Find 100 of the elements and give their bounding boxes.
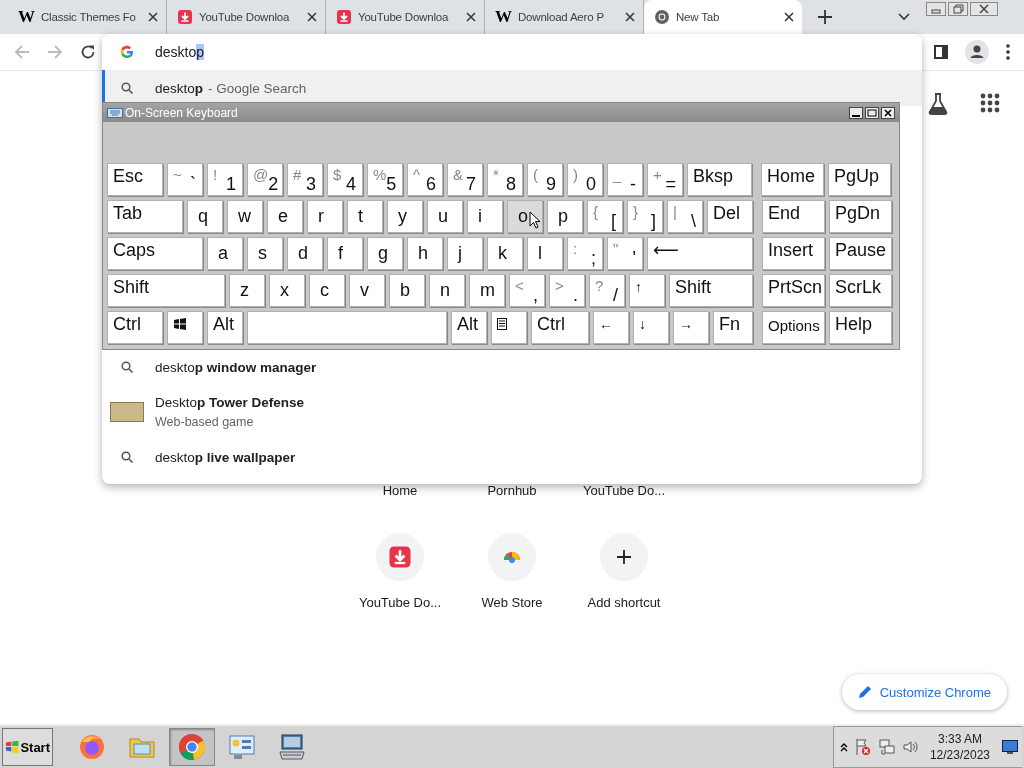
keyboard-key: > .	[549, 274, 585, 307]
keyboard-key: Shift	[669, 274, 753, 307]
favicon: W	[18, 7, 35, 27]
shortcut-label[interactable]: YouTube Do...	[358, 595, 442, 610]
pencil-icon	[857, 685, 872, 699]
taskbar-app-button[interactable]	[169, 728, 215, 766]
keyboard-key: Alt	[207, 311, 243, 344]
keyboard-key: Options	[762, 311, 825, 344]
keyboard-key: _ -	[607, 163, 643, 196]
show-desktop-icon[interactable]	[1002, 740, 1018, 754]
keyboard-key: End	[762, 200, 825, 233]
firefox-logo-icon	[78, 733, 106, 761]
keyboard-key: %5	[367, 163, 403, 196]
tab-title: New Tab	[676, 11, 721, 23]
maximize-icon[interactable]	[865, 106, 879, 119]
control-panel-icon	[228, 733, 256, 761]
shortcut-label[interactable]: Web Store	[481, 595, 543, 610]
close-icon[interactable]	[625, 12, 635, 22]
apps-grid-icon[interactable]	[980, 93, 1000, 113]
keyboard-key: k	[487, 237, 523, 270]
game-thumbnail-placeholder	[110, 402, 144, 422]
keyboard-key: + =	[647, 163, 683, 196]
keyboard-key: # 3	[287, 163, 323, 196]
close-icon[interactable]	[466, 12, 476, 22]
flask-icon[interactable]	[928, 93, 948, 115]
chrome-logo-icon	[654, 9, 670, 25]
keyboard-key: ? /	[589, 274, 625, 307]
keyboard-icon	[107, 107, 123, 118]
keyboard-key: a	[207, 237, 243, 270]
keyboard-key: & 7	[447, 163, 483, 196]
shortcut-label[interactable]: Home	[382, 483, 418, 498]
side-panel-icon[interactable]	[934, 45, 948, 59]
keyboard-key: q	[187, 200, 223, 233]
keyboard-key: Ctrl	[107, 311, 163, 344]
keyboard-key: c	[309, 274, 345, 307]
close-icon[interactable]	[970, 2, 998, 16]
keyboard-key: Caps	[107, 237, 203, 270]
suggestion-text: desktop live wallpaper	[155, 449, 296, 465]
keyboard-key: w	[227, 200, 263, 233]
keyboard-key: u	[427, 200, 463, 233]
mouse-cursor-icon	[529, 211, 541, 229]
google-logo-icon	[120, 45, 134, 59]
keyboard-key: | \	[667, 200, 703, 233]
download-favicon-icon	[177, 9, 193, 25]
close-icon[interactable]	[881, 106, 895, 119]
keyboard-key: Help	[829, 311, 892, 344]
close-icon[interactable]	[784, 12, 794, 22]
restore-icon[interactable]	[948, 2, 968, 16]
keyboard-key: PrtScn	[762, 274, 825, 307]
start-button[interactable]: Start	[2, 728, 53, 766]
keyboard-key: s	[247, 237, 283, 270]
close-icon[interactable]	[148, 12, 158, 22]
keyboard-key: l	[527, 237, 563, 270]
keyboard-key: " '	[607, 237, 643, 270]
keyboard-key: z	[229, 274, 265, 307]
keyboard-key: Del	[707, 200, 753, 233]
shortcut-icon-background[interactable]	[600, 533, 648, 581]
keyboard-key: : ;	[567, 237, 603, 270]
keyboard-key: y	[387, 200, 423, 233]
keyboard-key: PgUp	[828, 163, 891, 196]
new-tab-plus-icon[interactable]	[818, 10, 832, 24]
chrome-logo-icon	[178, 733, 206, 761]
keyboard-key: ~ `	[167, 163, 203, 196]
chevron-up-icon[interactable]	[839, 742, 848, 752]
address-bar-field[interactable]: desktop	[155, 44, 205, 60]
menu-icon[interactable]	[1006, 44, 1010, 60]
suggestion-row[interactable]: Desktop Tower Defense Web-based game	[102, 385, 922, 439]
keyboard-key: Ctrl	[531, 311, 589, 344]
shortcut-label[interactable]: YouTube Do...	[582, 483, 666, 498]
browser-tab[interactable]: New Tab	[644, 0, 802, 34]
flag-error-icon[interactable]	[853, 738, 872, 756]
keyboard-key: ) 0	[567, 163, 603, 196]
suggestion-row[interactable]: desktop window manager	[102, 349, 922, 385]
shortcut-label[interactable]: Pornhub	[487, 483, 537, 498]
keyboard-key: @2	[247, 163, 283, 196]
tab-search-chevron-icon[interactable]	[898, 13, 910, 21]
keyboard-key: Tab	[107, 200, 183, 233]
clock-time[interactable]: 3:33 AM	[937, 731, 982, 747]
suggestion-row[interactable]: desktop live wallpaper	[102, 439, 922, 475]
network-icon[interactable]	[877, 738, 896, 756]
reload-icon[interactable]	[80, 44, 96, 60]
keyboard-key: PgDn	[829, 200, 892, 233]
shortcut-label[interactable]: Add shortcut	[587, 595, 661, 610]
keyboard-key: g	[367, 237, 403, 270]
close-icon[interactable]	[307, 12, 317, 22]
keyboard-key: ( 9	[527, 163, 563, 196]
keyboard-key: p	[547, 200, 583, 233]
keyboard-key: ←	[593, 311, 629, 344]
keyboard-key: →	[673, 311, 709, 344]
profile-avatar-icon[interactable]	[965, 40, 989, 64]
tab-title: Download Aero P	[518, 11, 605, 23]
customize-chrome-button[interactable]: Customize Chrome	[841, 674, 1007, 710]
keyboard-key: ! 1	[207, 163, 243, 196]
monitor-keyboard-icon	[278, 733, 306, 761]
volume-icon[interactable]	[901, 739, 918, 755]
minimize-icon[interactable]	[849, 106, 863, 119]
keyboard-key: { [	[587, 200, 623, 233]
keyboard-key: i	[467, 200, 503, 233]
clock-date[interactable]: 12/23/2023	[929, 747, 990, 763]
keyboard-key: * 8	[487, 163, 523, 196]
